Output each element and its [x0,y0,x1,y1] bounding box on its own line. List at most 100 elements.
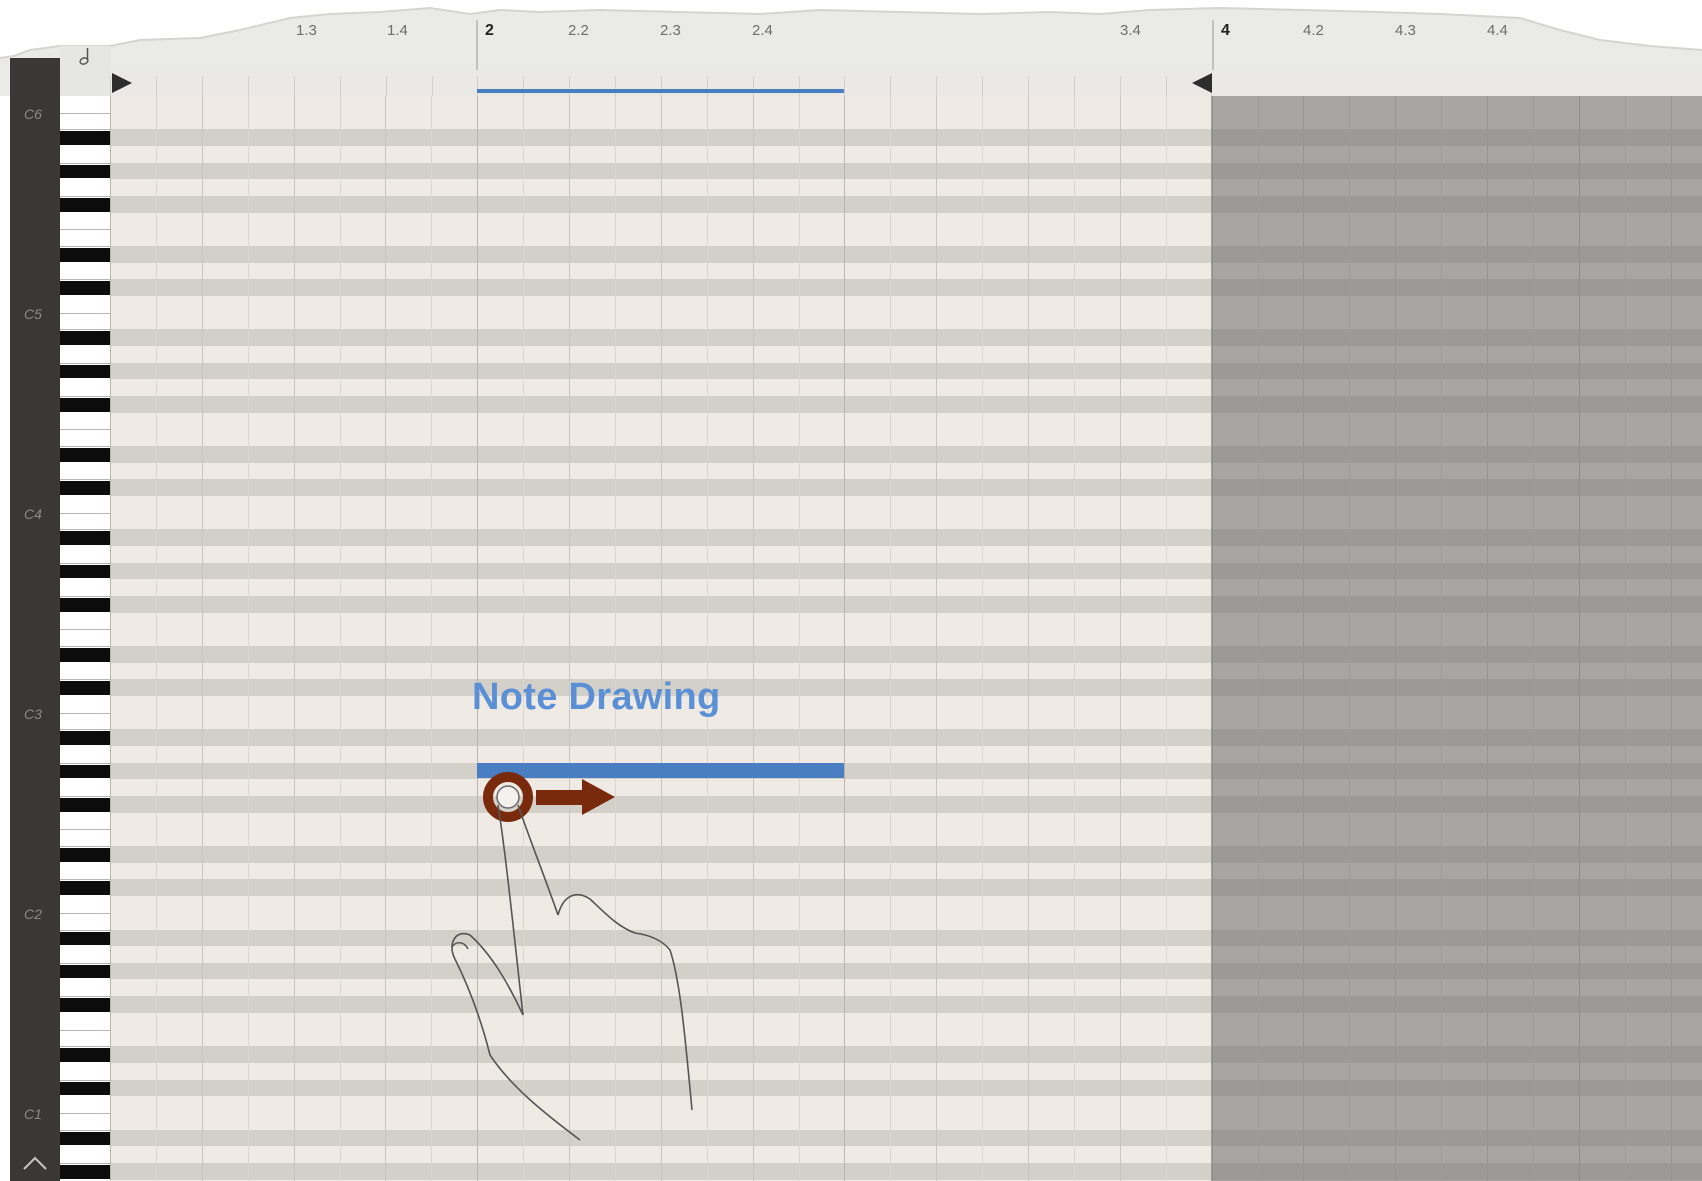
grid-line [844,96,845,1181]
octave-label: C5 [24,306,42,322]
grid-line [340,96,341,1181]
black-key[interactable] [60,681,110,696]
white-key-divider [60,396,110,398]
white-key-divider [60,962,110,964]
loop-range-indicator[interactable] [477,89,844,93]
ruler-label-bar: 4 [1221,22,1230,39]
white-key-divider [60,912,110,914]
grid-line [799,96,800,1181]
black-key[interactable] [60,764,110,779]
grid-line [753,96,754,1181]
black-key[interactable] [60,398,110,412]
black-key[interactable] [60,448,110,462]
grid-line [1166,96,1167,1181]
white-key-divider [60,629,110,631]
black-key[interactable] [60,481,110,496]
black-key[interactable] [60,998,110,1012]
white-key-divider [60,646,110,648]
white-key-divider [60,796,110,798]
white-key-divider [60,129,110,131]
black-key[interactable] [60,198,110,212]
white-key-divider [60,596,110,598]
piano-keyboard[interactable] [60,96,110,1181]
ruler-label: 3.4 [1120,22,1141,39]
white-key-divider [60,712,110,714]
grid-line [890,96,891,1181]
white-key-divider [60,312,110,314]
out-of-range-region [1211,96,1702,1181]
white-key-divider [60,829,110,831]
black-key[interactable] [60,248,110,262]
white-key-divider [60,362,110,364]
grid-line [1120,96,1121,1181]
play-left-icon[interactable] [1192,73,1212,93]
black-key[interactable] [60,364,110,379]
grid-line [156,96,157,1181]
ruler-label: 4.2 [1303,22,1324,39]
octave-label: C4 [24,506,42,522]
black-key[interactable] [60,731,110,746]
black-key[interactable] [60,798,110,812]
black-key[interactable] [60,331,110,346]
black-key[interactable] [60,281,110,296]
play-right-icon[interactable] [112,73,132,93]
black-key[interactable] [60,848,110,862]
octave-label: C2 [24,906,42,922]
grid-line [936,96,937,1181]
white-key-divider [60,196,110,198]
grid-line [202,96,203,1181]
ruler-label: 2.4 [752,22,773,39]
black-key[interactable] [60,131,110,145]
white-key-divider [60,446,110,448]
black-key[interactable] [60,931,110,946]
white-key-divider [60,996,110,998]
grid-line [110,96,111,1181]
black-key[interactable] [60,1048,110,1062]
white-key-divider [60,479,110,481]
white-key-divider [60,229,110,231]
grid-line [1074,96,1075,1181]
white-key-divider [60,1162,110,1164]
white-key-divider [60,1079,110,1081]
white-key-divider [60,112,110,114]
white-key-divider [60,1129,110,1131]
black-key[interactable] [60,1081,110,1096]
ruler-label: 4.4 [1487,22,1508,39]
note-value-selector[interactable] [60,46,110,96]
white-key-divider [60,762,110,764]
tutorial-title: Note Drawing [472,676,721,718]
white-key-divider [60,429,110,431]
white-key-divider [60,679,110,681]
white-key-divider [60,846,110,848]
white-key-divider [60,512,110,514]
half-note-icon [79,48,89,65]
black-key[interactable] [60,598,110,612]
white-key-divider [60,329,110,331]
white-key-divider [60,879,110,881]
grid-line [982,96,983,1181]
ruler-label: 4.3 [1395,22,1416,39]
white-key-divider [60,929,110,931]
black-key[interactable] [60,564,110,579]
loop-region-bar[interactable] [110,70,1702,97]
ruler-label: 2.2 [568,22,589,39]
hand-drag-gesture-icon [451,772,693,1141]
black-key[interactable] [60,531,110,546]
black-key[interactable] [60,881,110,896]
piano-roll-grid[interactable] [110,96,1702,1181]
grid-line [385,96,386,1181]
chevron-up-icon[interactable] [20,1150,50,1176]
black-key[interactable] [60,1164,110,1179]
octave-label: C3 [24,706,42,722]
white-key-divider [60,162,110,164]
black-key[interactable] [60,1131,110,1146]
octave-label-strip [10,58,60,1181]
ruler-label: 2.3 [660,22,681,39]
grid-line [1028,96,1029,1181]
black-key[interactable] [60,164,110,179]
white-key-divider [60,562,110,564]
black-key[interactable] [60,648,110,662]
white-key-divider [60,1046,110,1048]
black-key[interactable] [60,964,110,979]
grid-line [248,96,249,1181]
